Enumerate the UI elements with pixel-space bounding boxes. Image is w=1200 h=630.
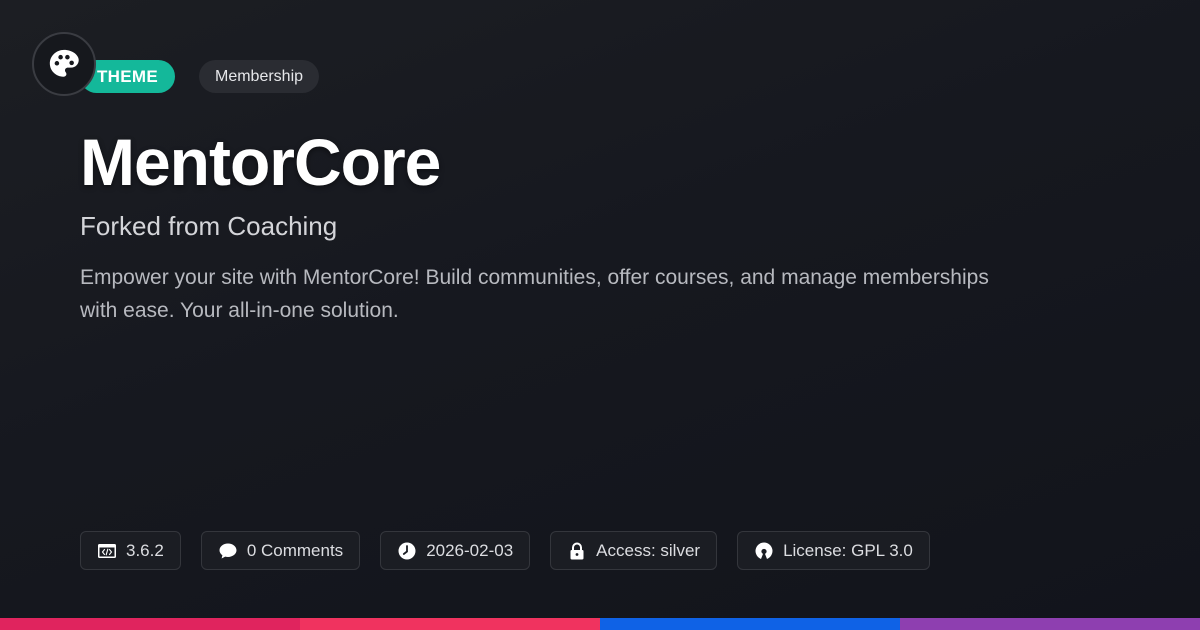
lock-icon — [570, 542, 584, 559]
product-description: Empower your site with MentorCore! Build… — [80, 266, 989, 322]
date-text: 2026-02-03 — [426, 540, 514, 560]
access-text: Access: silver — [596, 540, 701, 560]
accent-bar-segment-2 — [300, 618, 600, 630]
comment-icon — [219, 543, 237, 558]
license-text: License: GPL 3.0 — [783, 540, 913, 560]
accent-bar-segment-3 — [600, 618, 900, 630]
meta-version: 3.6.2 — [80, 531, 181, 570]
badge-row: THEME Membership — [80, 60, 320, 93]
meta-comments[interactable]: 0 Comments — [200, 531, 361, 570]
page-subtitle: Forked from Coaching — [80, 211, 338, 241]
category-badge[interactable]: Membership — [199, 60, 320, 93]
palette-icon — [49, 49, 79, 77]
meta-access: Access: silver — [550, 531, 718, 570]
page-title: MentorCore — [80, 125, 441, 199]
version-text: 3.6.2 — [126, 540, 164, 560]
meta-date: 2026-02-03 — [380, 531, 531, 570]
preview-card: THEME Membership MentorCore Forked from … — [0, 0, 1200, 630]
accent-bar-segment-1 — [0, 618, 300, 630]
logo — [32, 32, 96, 96]
accent-bar-segment-4 — [900, 618, 1200, 630]
code-window-icon — [98, 543, 116, 558]
meta-row: 3.6.2 0 Comments 2026-02-03 Access: silv… — [80, 531, 930, 570]
accent-bar — [0, 618, 1200, 630]
clock-icon — [398, 542, 416, 559]
open-source-icon — [755, 542, 773, 559]
comments-text: 0 Comments — [246, 540, 344, 560]
meta-license: License: GPL 3.0 — [737, 531, 930, 570]
